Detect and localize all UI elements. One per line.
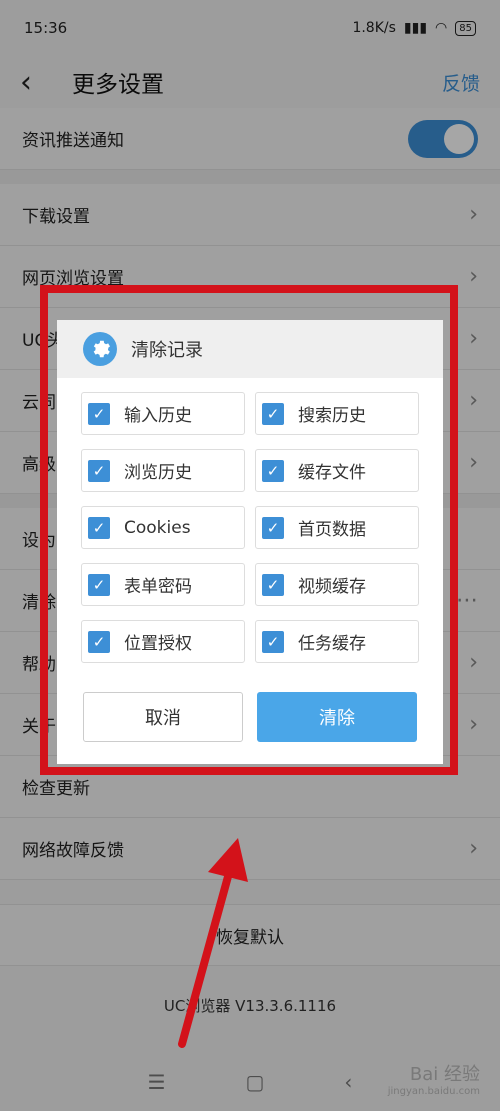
annotation-arrow	[178, 838, 248, 1048]
